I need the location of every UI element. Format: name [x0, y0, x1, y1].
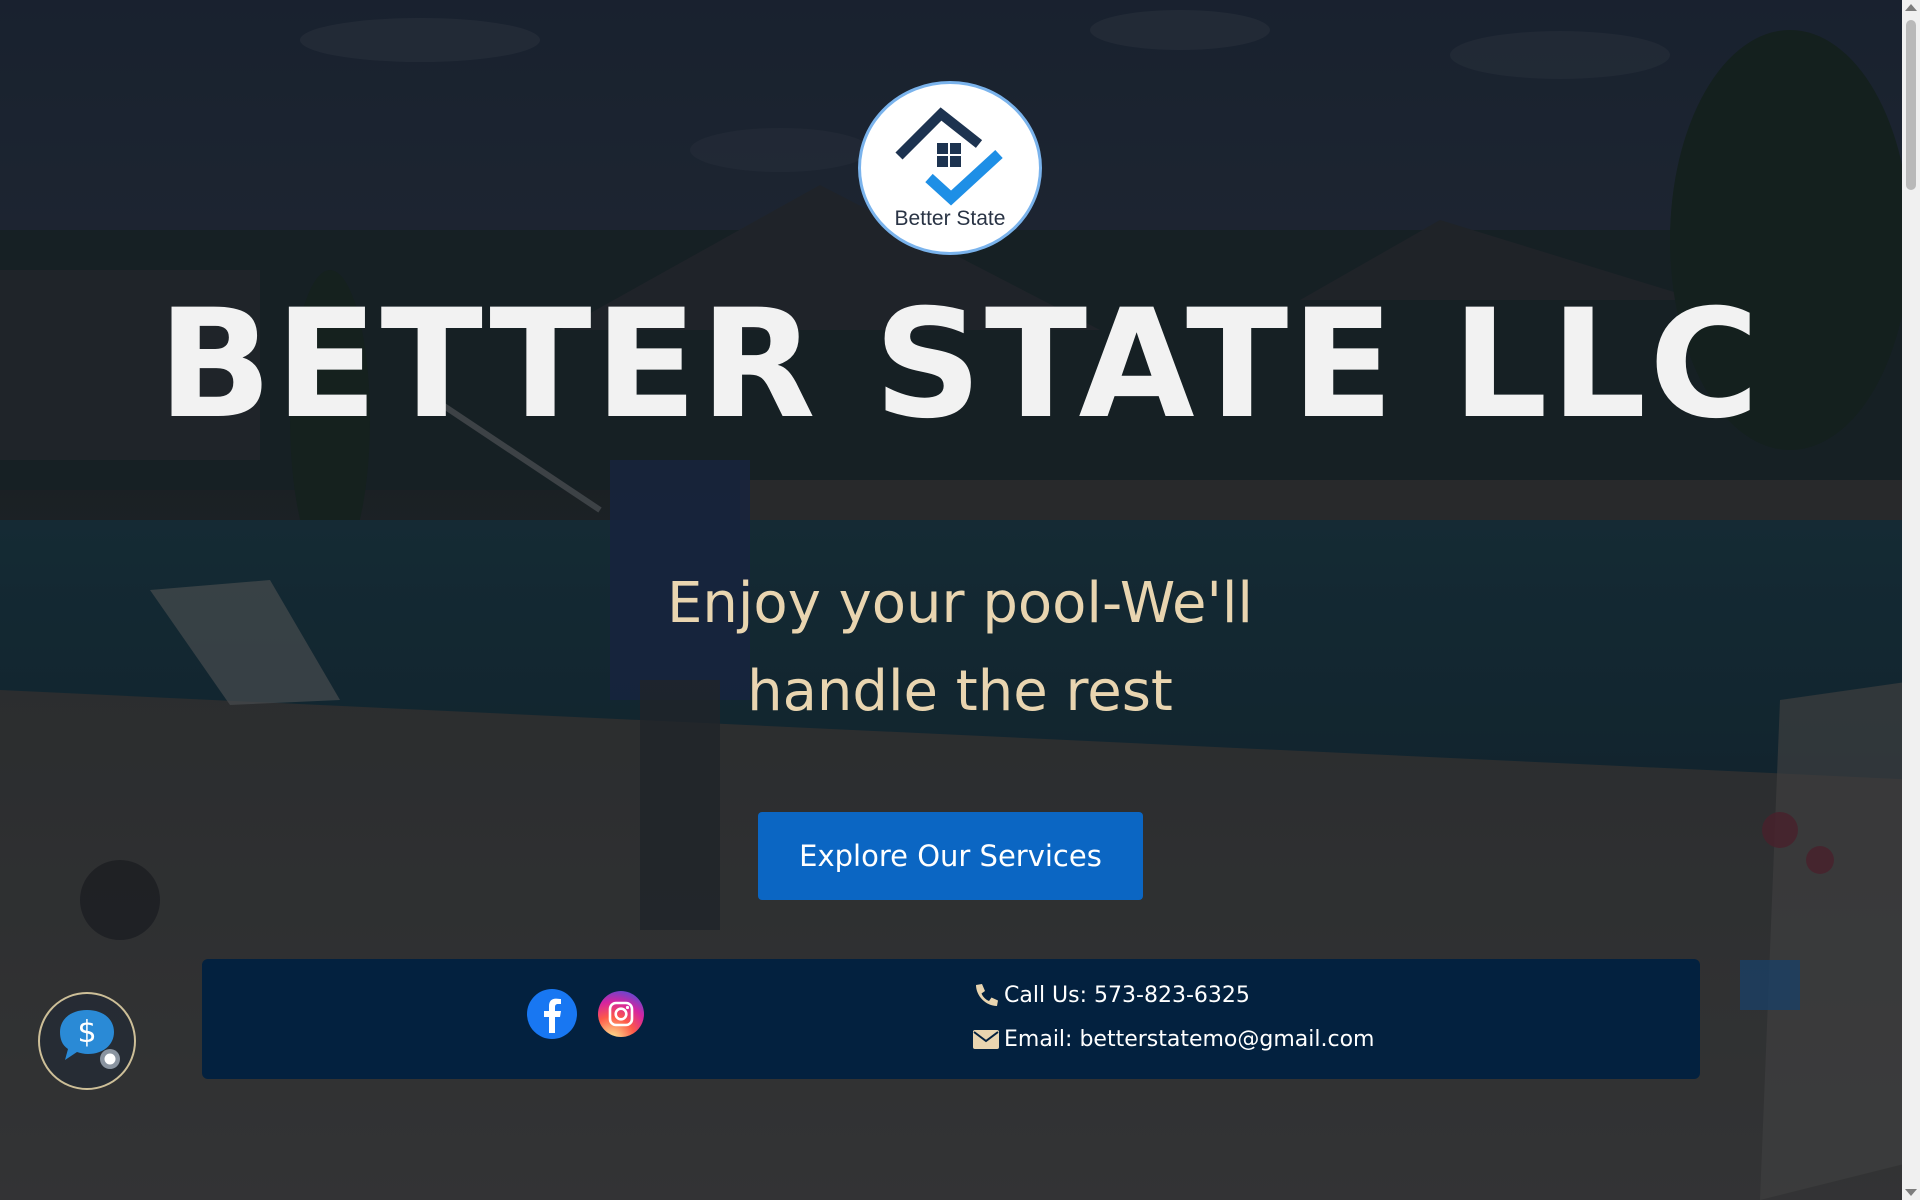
page-scrollbar[interactable]	[1902, 0, 1920, 1200]
instagram-link[interactable]	[598, 991, 644, 1037]
hero-section: Better State BETTER STATE LLC Enjoy your…	[0, 0, 1920, 1200]
page-title: BETTER STATE LLC	[157, 278, 1763, 452]
pricing-chat-widget[interactable]: $	[38, 992, 136, 1090]
tagline: Enjoy your pool-We'll handle the rest	[560, 560, 1360, 736]
scroll-thumb[interactable]	[1906, 20, 1916, 190]
phone-contact[interactable]: Call Us: 573-823-6325	[972, 982, 1250, 1008]
explore-services-button[interactable]: Explore Our Services	[758, 812, 1143, 900]
email-label: Email: betterstatemo@gmail.com	[1004, 1026, 1375, 1052]
svg-text:$: $	[77, 1015, 96, 1050]
facebook-icon	[544, 998, 561, 1033]
email-contact[interactable]: Email: betterstatemo@gmail.com	[972, 1026, 1374, 1052]
logo-text: Better State	[894, 207, 1006, 230]
scroll-up-arrow-icon[interactable]	[1905, 4, 1917, 11]
tagline-line-2: handle the rest	[747, 659, 1173, 724]
dollar-chat-icon: $	[60, 1010, 120, 1069]
company-logo[interactable]: Better State	[858, 81, 1042, 255]
phone-label: Call Us: 573-823-6325	[1004, 982, 1250, 1008]
phone-icon	[976, 984, 998, 1006]
facebook-link[interactable]	[527, 989, 577, 1039]
instagram-icon	[608, 1001, 634, 1027]
envelope-icon	[973, 1030, 999, 1049]
scroll-down-arrow-icon[interactable]	[1905, 1189, 1917, 1196]
tagline-line-1: Enjoy your pool-We'll	[667, 571, 1253, 636]
contact-bar: Call Us: 573-823-6325 Email: betterstate…	[202, 959, 1700, 1079]
